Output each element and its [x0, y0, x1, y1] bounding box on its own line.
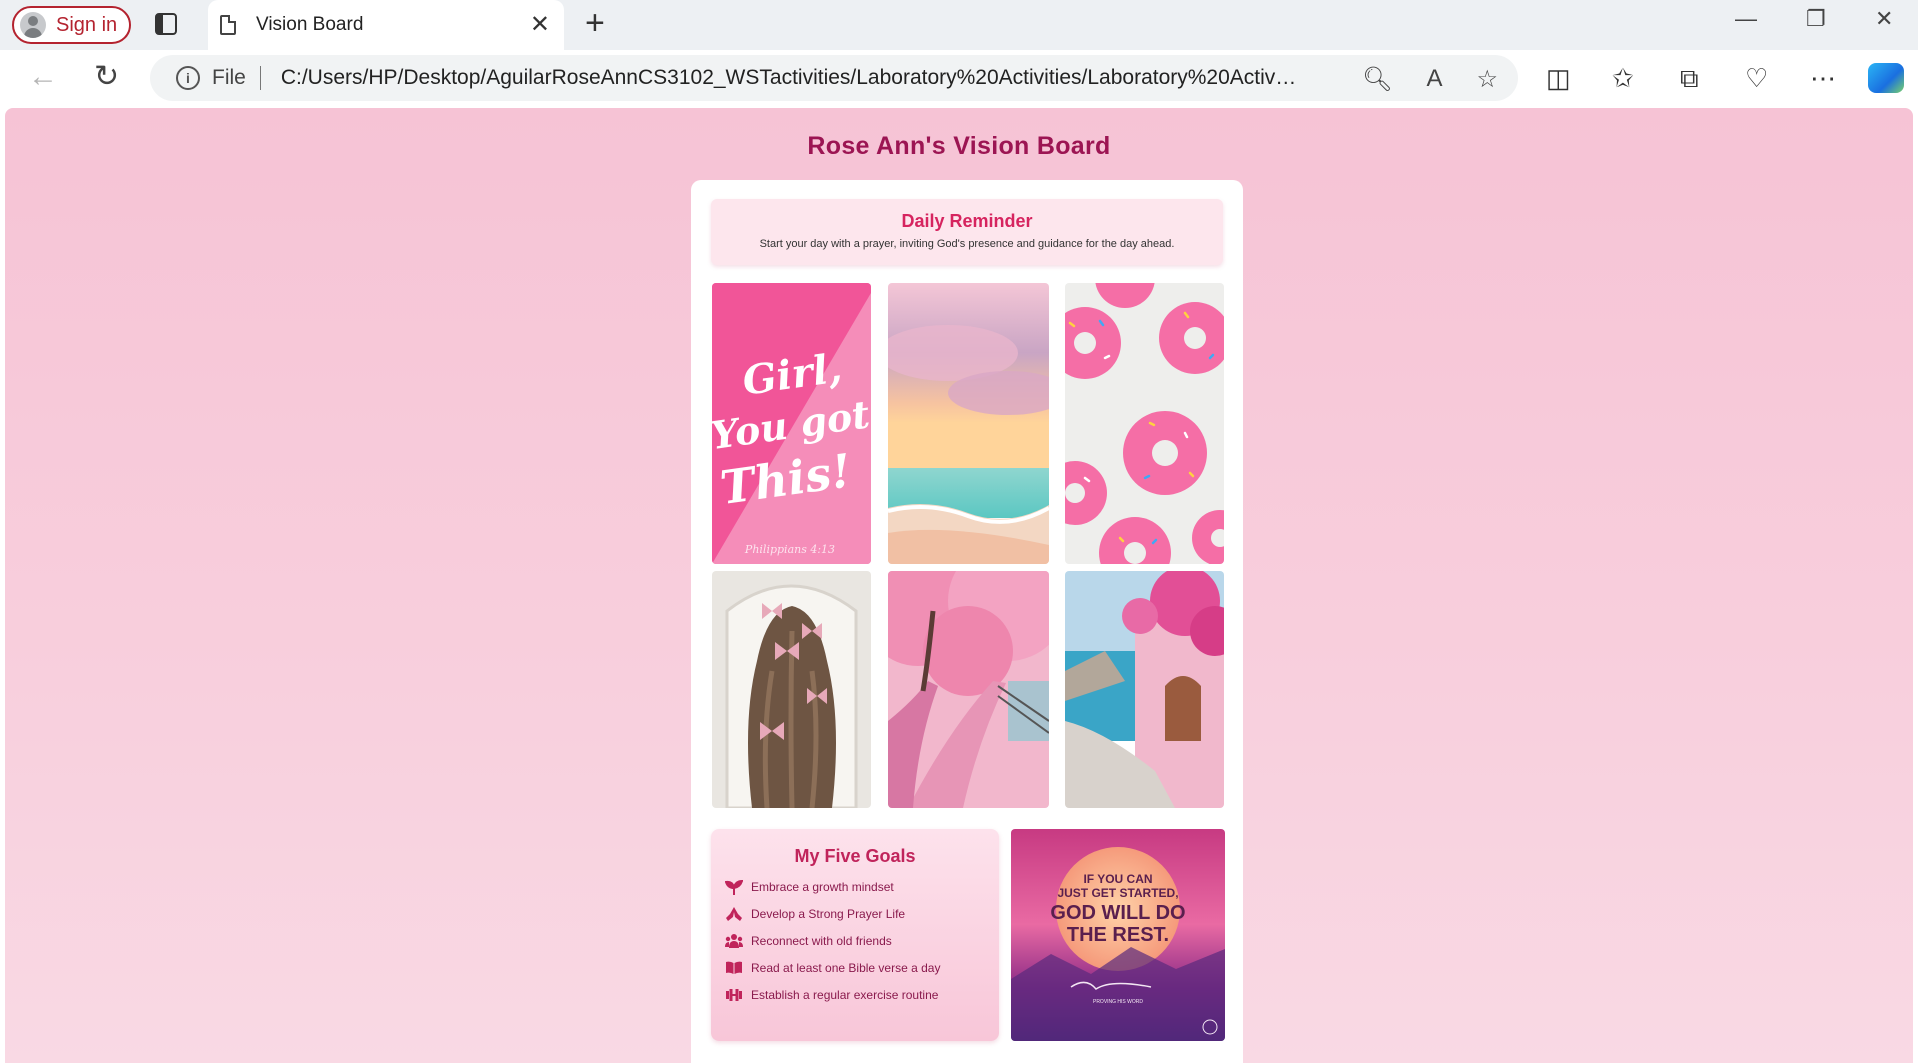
url-text[interactable]: C:/Users/HP/Desktop/AguilarRoseAnnCS3102…: [281, 66, 1301, 90]
close-window-icon[interactable]: ✕: [1875, 8, 1893, 30]
new-tab-icon[interactable]: +: [585, 6, 605, 40]
restore-icon[interactable]: ❐: [1806, 8, 1826, 30]
quote-subtitle: PROVING HIS WORD: [1093, 999, 1143, 1005]
cherry-blossom-path-image: [888, 571, 1049, 808]
split-screen-icon[interactable]: ◫: [1546, 65, 1571, 91]
goal-item: Read at least one Bible verse a day: [724, 954, 999, 981]
quote-line-3: GOD WILL DO: [1050, 902, 1185, 924]
daily-reminder-title: Daily Reminder: [901, 211, 1033, 231]
goal-label: Develop a Strong Prayer Life: [751, 906, 906, 921]
seedling-icon: [724, 879, 744, 895]
address-separator: [259, 66, 261, 90]
pink-seaside-house-image: [1065, 571, 1224, 808]
goal-item: Reconnect with old friends: [724, 927, 999, 954]
goal-label: Reconnect with old friends: [751, 933, 892, 948]
goal-item: Embrace a growth mindset: [724, 873, 999, 900]
address-bar[interactable]: i File C:/Users/HP/Desktop/AguilarRoseAn…: [150, 55, 1518, 101]
people-group-icon: [724, 933, 744, 949]
file-label: File: [212, 66, 246, 89]
girl-you-got-this-image: Girl, You got This! Philippians 4:13: [712, 283, 871, 564]
zoom-out-icon[interactable]: 🔍︎: [1362, 65, 1392, 94]
favorites-icon[interactable]: ✩: [1612, 65, 1634, 91]
goal-label: Embrace a growth mindset: [751, 879, 894, 894]
quote-line-4: THE REST.: [1067, 924, 1169, 946]
back-arrow-icon[interactable]: ←: [28, 62, 58, 92]
refresh-icon[interactable]: ↻: [94, 62, 119, 92]
profile-avatar-icon: [20, 12, 46, 38]
browser-toolbar: ← ↻ i File C:/Users/HP/Desktop/AguilarRo…: [0, 50, 1918, 108]
pink-sunset-beach-image: [888, 283, 1049, 564]
goals-box: My Five Goals Embrace a growth mindset D…: [711, 829, 999, 1041]
tab-strip: Sign in Vision Board ✕ + — ❐ ✕: [0, 0, 1918, 50]
copilot-icon[interactable]: [1868, 63, 1904, 93]
tab-actions-icon[interactable]: [155, 13, 177, 35]
quote-line-1: IF YOU CAN: [1083, 872, 1152, 886]
daily-reminder-text: Start your day with a prayer, inviting G…: [759, 238, 1175, 250]
page-icon: [220, 15, 236, 35]
goals-list: Embrace a growth mindset Develop a Stron…: [711, 873, 999, 1008]
favorite-star-icon[interactable]: ☆: [1476, 65, 1498, 94]
sign-in-label: Sign in: [56, 13, 118, 36]
photo-caption: Philippians 4:13: [744, 543, 835, 556]
read-aloud-icon[interactable]: A: [1426, 65, 1442, 94]
close-tab-icon[interactable]: ✕: [530, 13, 550, 37]
goal-item: Develop a Strong Prayer Life: [724, 900, 999, 927]
quote-line-2: JUST GET STARTED,: [1057, 886, 1178, 900]
daily-reminder-box: Daily Reminder Start your day with a pra…: [711, 199, 1223, 265]
sign-in-button[interactable]: Sign in: [12, 6, 131, 44]
page-title: Rose Ann's Vision Board: [807, 132, 1111, 160]
page-viewport: Rose Ann's Vision Board Daily Reminder S…: [5, 108, 1913, 1063]
dumbbell-icon: [724, 987, 744, 1003]
tab-title: Vision Board: [256, 14, 364, 35]
goals-title: My Five Goals: [794, 846, 916, 866]
pink-donuts-image: [1065, 283, 1224, 564]
praying-hands-icon: [724, 906, 744, 922]
goal-label: Establish a regular exercise routine: [751, 987, 939, 1002]
browser-essentials-icon[interactable]: ♡: [1745, 65, 1768, 91]
active-tab[interactable]: Vision Board ✕: [208, 0, 564, 50]
god-will-do-the-rest-image: IF YOU CAN JUST GET STARTED, GOD WILL DO…: [1011, 829, 1225, 1041]
goal-label: Read at least one Bible verse a day: [751, 960, 941, 975]
open-book-icon: [724, 960, 744, 976]
goal-item: Establish a regular exercise routine: [724, 981, 999, 1008]
collections-icon[interactable]: ⧉: [1680, 65, 1699, 91]
vision-board-card: Daily Reminder Start your day with a pra…: [691, 180, 1243, 1063]
info-icon[interactable]: i: [176, 66, 200, 90]
more-options-icon[interactable]: ⋯: [1810, 65, 1836, 91]
minimize-icon[interactable]: —: [1735, 8, 1757, 30]
hair-bows-image: [712, 571, 871, 808]
